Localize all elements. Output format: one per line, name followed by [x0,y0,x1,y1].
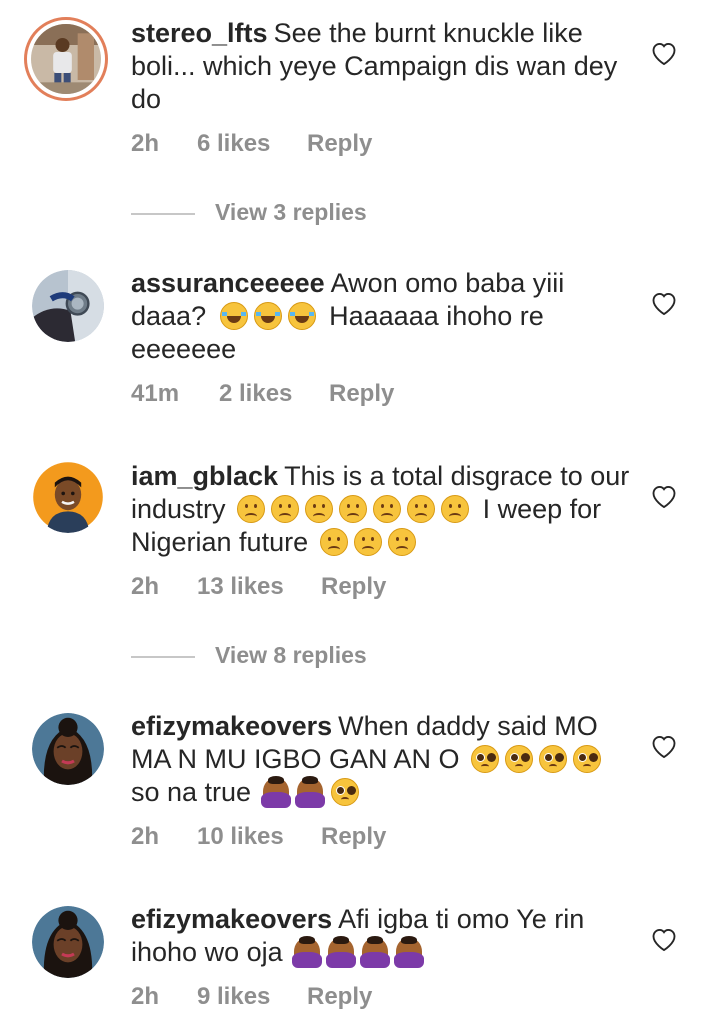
facepalm-emoji-icon [294,776,325,808]
tears-of-joy-emoji-icon [219,302,248,330]
comment-username[interactable]: stereo_lfts [131,18,268,48]
comment-likes[interactable]: 9 likes [197,983,307,1011]
facepalm-emoji-icon [260,776,291,808]
comment-time: 41m [131,380,180,407]
crying-face-emoji-icon [353,528,382,556]
crying-face-emoji-icon [319,528,348,556]
reply-button[interactable]: Reply [307,130,372,158]
comment-body: efizymakeovers When daddy said MO MA N MU… [131,710,631,809]
comment-username[interactable]: assuranceeeee [131,268,325,298]
like-heart-icon[interactable] [650,483,678,509]
reply-button[interactable]: Reply [321,573,386,601]
reply-button[interactable]: Reply [329,380,394,408]
avatar-photo [31,24,101,94]
facepalm-emoji-icon [394,936,425,968]
comment-likes[interactable]: 6 likes [197,130,307,158]
comment-meta: 2h 6 likes Reply [131,130,372,158]
view-replies-label: View 8 replies [215,642,367,668]
reply-button[interactable]: Reply [321,823,386,851]
reply-button[interactable]: Reply [307,983,372,1011]
comment-meta: 41m 2 likes Reply [131,380,394,408]
crying-face-emoji-icon [271,495,300,523]
comment-meta: 2h 9 likes Reply [131,983,372,1011]
tears-of-joy-emoji-icon [287,302,316,330]
comment-time: 2h [131,130,160,157]
view-replies-button[interactable]: View 3 replies [131,199,367,226]
avatar[interactable] [32,906,104,978]
pleading-face-emoji-icon [330,778,359,806]
comment-meta: 2h 10 likes Reply [131,823,386,851]
avatar-photo [32,713,104,785]
avatar[interactable] [32,461,104,533]
avatar[interactable] [32,713,104,785]
pleading-face-emoji-icon [471,745,500,773]
avatar[interactable] [24,17,108,101]
comment-likes[interactable]: 10 likes [197,823,321,851]
like-heart-icon[interactable] [650,40,678,66]
tears-of-joy-emoji-icon [253,302,282,330]
comment-username[interactable]: efizymakeovers [131,904,332,934]
like-heart-icon[interactable] [650,290,678,316]
comment-meta: 2h 13 likes Reply [131,573,386,601]
comment-text-continued: so na true [131,777,252,807]
view-replies-label: View 3 replies [215,199,367,225]
crying-face-emoji-icon [387,528,416,556]
like-heart-icon[interactable] [650,733,678,759]
comment-username[interactable]: efizymakeovers [131,711,332,741]
facepalm-emoji-icon [292,936,323,968]
crying-face-emoji-icon [237,495,266,523]
comment-likes[interactable]: 2 likes [219,380,329,408]
facepalm-emoji-icon [326,936,357,968]
comment-likes[interactable]: 13 likes [197,573,321,601]
pleading-face-emoji-icon [573,745,602,773]
pleading-face-emoji-icon [505,745,534,773]
pleading-face-emoji-icon [539,745,568,773]
comment-body: assuranceeeee Awon omo baba yiii daaa? Ha… [131,267,631,366]
comment-time: 2h [131,823,160,850]
comment-body: stereo_lfts See the burnt knuckle like bo… [131,17,631,116]
crying-face-emoji-icon [339,495,368,523]
crying-face-emoji-icon [373,495,402,523]
comment-body: efizymakeovers Afi igba ti omo Ye rin iho… [131,903,631,969]
facepalm-emoji-icon [360,936,391,968]
replies-divider [131,212,195,215]
avatar-photo [32,461,104,533]
like-heart-icon[interactable] [650,926,678,952]
comment-time: 2h [131,573,160,600]
avatar[interactable] [32,270,104,342]
crying-face-emoji-icon [407,495,436,523]
crying-face-emoji-icon [441,495,470,523]
crying-face-emoji-icon [305,495,334,523]
view-replies-button[interactable]: View 8 replies [131,642,367,669]
comment-time: 2h [131,983,160,1010]
avatar-photo [32,906,104,978]
comment-username[interactable]: iam_gblack [131,461,278,491]
replies-divider [131,655,195,658]
comment-body: iam_gblack This is a total disgrace to ou… [131,460,631,559]
avatar-photo [32,270,104,342]
